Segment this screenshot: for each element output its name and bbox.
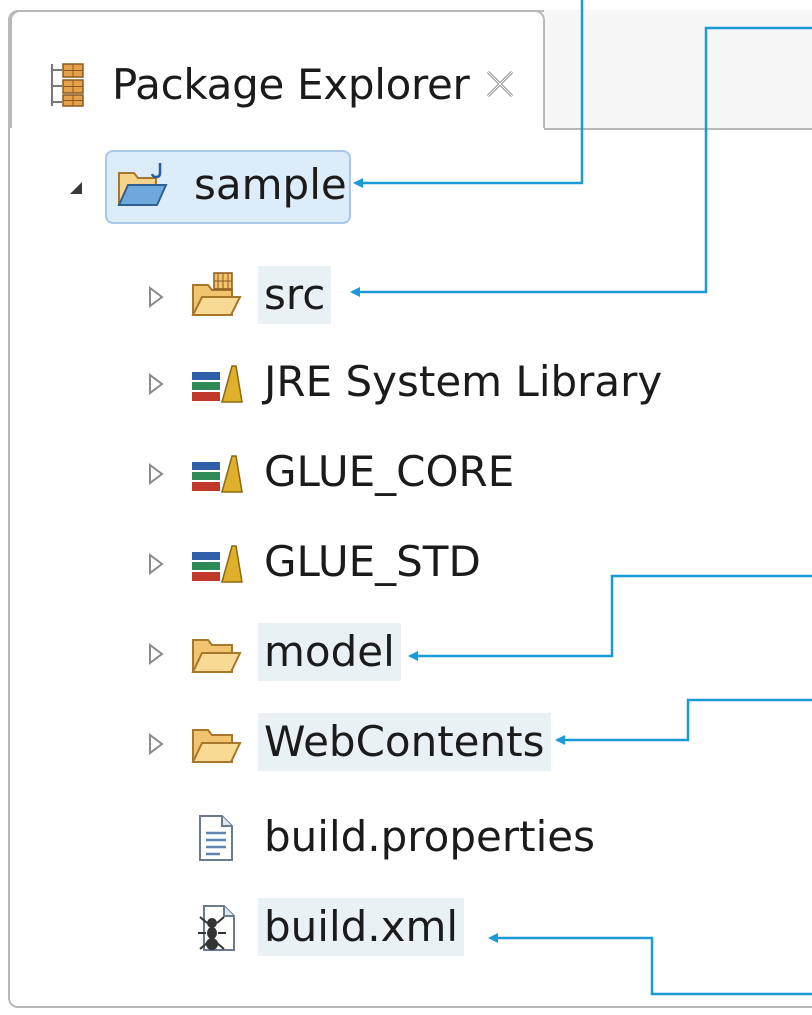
java-project-icon [117,163,168,206]
folder-icon [191,639,242,673]
tree-item-sample[interactable]: sample [0,148,360,228]
tree-item-label: model [258,623,401,681]
tree-item-label: build.properties [264,812,595,861]
tree-item-src[interactable]: src [0,258,360,338]
collapsed-arrow-icon[interactable] [140,639,170,669]
tree-item-jre-system-library[interactable]: JRE System Library [0,345,680,425]
library-icon [192,365,243,403]
collapsed-arrow-icon[interactable] [140,459,170,489]
tree-item-label: build.xml [258,898,465,956]
view-title: Package Explorer [112,60,470,109]
properties-file-icon [199,815,233,861]
tree-item-label: JRE System Library [264,357,663,406]
tree-item-label: WebContents [258,713,551,771]
tree-item-glue-std[interactable]: GLUE_STD [0,525,520,605]
tree-item-label: GLUE_STD [264,537,481,586]
view-tab-bar [544,10,812,130]
package-explorer-icon [51,63,84,107]
collapsed-arrow-icon[interactable] [140,729,170,759]
collapsed-arrow-icon[interactable] [140,549,170,579]
collapsed-arrow-icon[interactable] [140,282,170,312]
tree-item-label: sample [194,160,347,209]
tree-item-build-properties[interactable]: build.properties [0,800,620,880]
source-folder-icon [191,272,242,316]
tree-item-webcontents[interactable]: WebContents [0,705,560,785]
tree-item-label: src [258,266,332,324]
ant-file-icon [198,905,235,951]
package-explorer-tab[interactable]: Package Explorer [10,10,545,128]
expanded-arrow-icon[interactable] [60,172,90,202]
close-icon[interactable] [480,64,520,104]
folder-icon [191,729,242,763]
library-icon [192,455,243,493]
library-icon [192,545,243,583]
tree-item-model[interactable]: model [0,615,420,695]
collapsed-arrow-icon[interactable] [140,369,170,399]
tree-item-label: GLUE_CORE [264,447,515,496]
tree-item-glue-core[interactable]: GLUE_CORE [0,435,560,515]
tree-item-build-xml[interactable]: build.xml [0,890,500,970]
